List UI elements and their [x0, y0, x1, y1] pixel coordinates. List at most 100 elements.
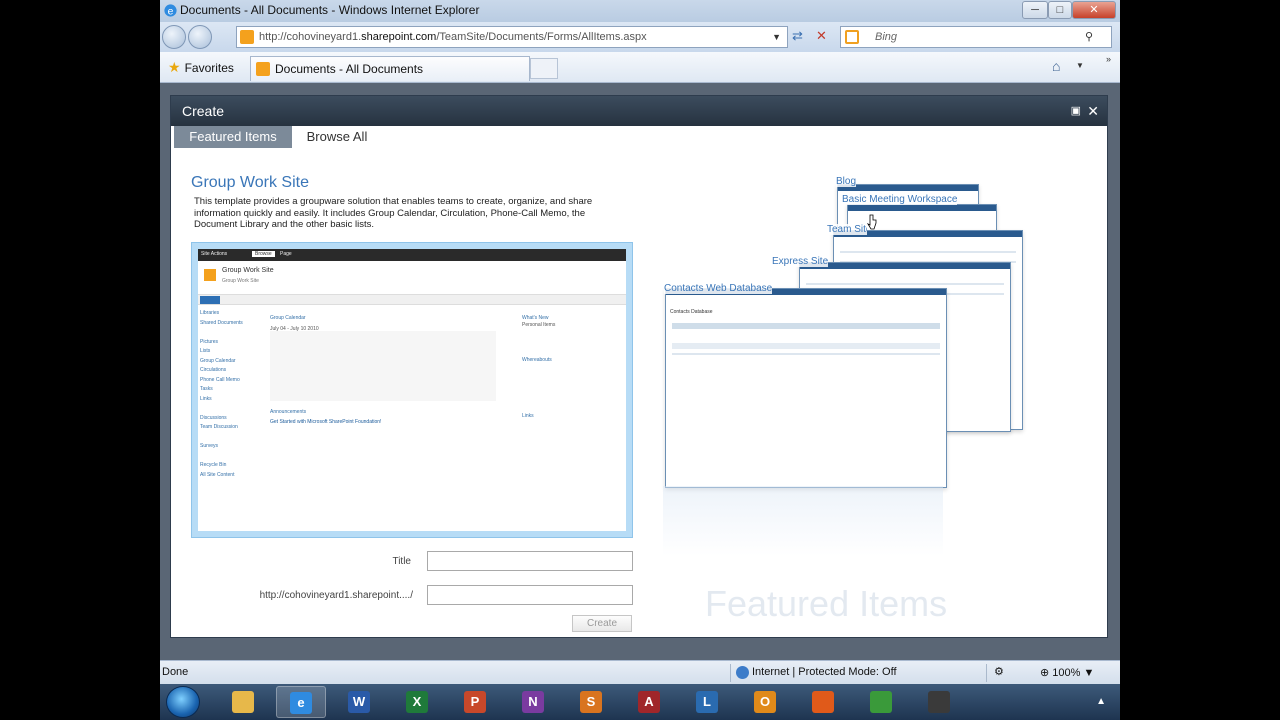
close-icon[interactable]: ✕ — [1087, 96, 1099, 126]
stop-icon[interactable]: ✕ — [816, 28, 827, 44]
preview-nav-item: Team Discussion — [200, 424, 238, 430]
chevron-down-icon[interactable]: ▼ — [1076, 61, 1084, 70]
taskbar-app[interactable]: S — [566, 686, 616, 718]
taskbar-app[interactable] — [914, 686, 964, 718]
create-button[interactable]: Create — [572, 615, 632, 632]
word-icon: W — [348, 691, 370, 713]
taskbar-app[interactable] — [218, 686, 268, 718]
carousel-reflection — [663, 486, 943, 556]
preview-ribbon: Site Actions Browse Page — [198, 249, 626, 261]
maximize-icon[interactable]: ▣ — [1071, 96, 1081, 126]
preview-nav-item: All Site Content — [200, 471, 235, 478]
tab-featured-items[interactable]: Featured Items — [174, 126, 292, 148]
preview-nav-item: Lists — [200, 348, 211, 354]
firefox-icon — [812, 691, 834, 713]
tab-title: Documents - All Documents — [275, 62, 424, 76]
maximize-button[interactable]: □ — [1048, 1, 1072, 19]
page-content: Create ▣ ✕ Featured Items Browse All Gro… — [160, 83, 1120, 660]
window-title-bar: e Documents - All Documents - Windows In… — [160, 0, 1120, 22]
template-title: Group Work Site — [191, 174, 309, 191]
carousel-label-meeting[interactable]: Basic Meeting Workspace — [842, 194, 958, 205]
preview-nav-item: Pictures — [200, 338, 219, 345]
browser-tab[interactable]: Documents - All Documents — [250, 56, 530, 81]
zoom-level[interactable]: ⊕ 100% ▼ — [1040, 666, 1094, 679]
taskbar: e W X P N S A L O ▲ — [160, 684, 1120, 720]
preview-nav-item: Links — [200, 395, 212, 402]
security-zone[interactable]: Internet | Protected Mode: Off — [736, 666, 897, 679]
refresh-icon[interactable]: ⇄ — [792, 28, 803, 44]
preview-home-tab — [200, 296, 220, 304]
taskbar-app[interactable]: O — [740, 686, 790, 718]
taskbar-app[interactable]: P — [450, 686, 500, 718]
taskbar-app[interactable] — [798, 686, 848, 718]
globe-icon — [736, 666, 749, 679]
preview-nav-item: Libraries — [200, 310, 220, 316]
chevron-right-icon[interactable]: » — [1106, 54, 1111, 64]
taskbar-app[interactable]: X — [392, 686, 442, 718]
preview-nav-item: Shared Documents — [200, 319, 243, 326]
carousel-label-express[interactable]: Express Site — [772, 256, 829, 267]
taskbar-app[interactable]: L — [682, 686, 732, 718]
url-path: /TeamSite/Documents/Forms/AllItems.aspx — [436, 31, 647, 43]
site-logo-icon — [204, 269, 216, 281]
preview-announcement-item: Get Started with Microsoft SharePoint Fo… — [270, 419, 382, 425]
preview-nav-item — [200, 328, 260, 338]
search-icon[interactable]: ⚲ — [1085, 27, 1093, 47]
url-input[interactable] — [427, 585, 633, 605]
search-input[interactable]: Bing ⚲ — [840, 26, 1112, 48]
taskbar-app[interactable]: W — [334, 686, 384, 718]
bing-icon — [845, 30, 859, 44]
tray-expand-icon[interactable]: ▲ — [1096, 696, 1106, 707]
access-icon: A — [638, 691, 660, 713]
outlook-icon: O — [754, 691, 776, 713]
preview-nav-item: Recycle Bin — [200, 462, 227, 468]
mouse-cursor-icon — [867, 214, 877, 230]
sharepoint-favicon-icon — [256, 62, 270, 76]
window-title: Documents - All Documents - Windows Inte… — [180, 3, 480, 17]
close-window-button[interactable]: ✕ — [1072, 1, 1116, 19]
carousel-label-blog[interactable]: Blog — [836, 176, 857, 187]
powerpoint-icon: P — [464, 691, 486, 713]
title-input[interactable] — [427, 551, 633, 571]
new-tab-button[interactable] — [530, 58, 558, 79]
back-button[interactable] — [162, 25, 186, 49]
preview-nav-item: Discussions — [200, 414, 227, 421]
taskbar-app[interactable] — [856, 686, 906, 718]
contacts-db-heading: Contacts Database — [670, 309, 713, 315]
taskbar-app[interactable]: A — [624, 686, 674, 718]
preview-nav-item: Tasks — [200, 386, 213, 392]
preview-nav-item: Surveys — [200, 443, 219, 449]
forward-button[interactable] — [188, 25, 212, 49]
internet-explorer-icon: e — [164, 4, 177, 17]
carousel-label-team-site[interactable]: Team Site — [827, 224, 867, 235]
tool-icon — [928, 691, 950, 713]
favorites-button[interactable]: ★ Favorites — [168, 59, 234, 76]
preview-nav-item — [200, 433, 260, 443]
preview-calendar-grid — [270, 331, 496, 401]
start-button[interactable] — [166, 686, 200, 718]
preview-ribbon-tab: Site Actions — [201, 251, 228, 257]
preview-links: Links — [522, 413, 534, 419]
svg-text:e: e — [168, 6, 174, 17]
favorites-bar: ★ Favorites Documents - All Documents ⌂ ▼… — [160, 52, 1120, 83]
preview-top-nav — [198, 295, 626, 305]
taskbar-app[interactable]: e — [276, 686, 326, 718]
url-field[interactable]: http://cohovineyard1.sharepoint.com/Team… — [236, 26, 788, 48]
desktop: e Documents - All Documents - Windows In… — [160, 0, 1120, 720]
template-preview: Site Actions Browse Page Group Work Site… — [191, 242, 633, 538]
tab-browse-all[interactable]: Browse All — [294, 126, 380, 148]
taskbar-app[interactable]: N — [508, 686, 558, 718]
preview-nav-item — [200, 452, 260, 462]
protected-mode-icon[interactable]: ⚙ — [994, 665, 1004, 678]
lync-icon: L — [696, 691, 718, 713]
template-card-contacts-db[interactable]: Contacts Database — [665, 288, 947, 488]
home-icon[interactable]: ⌂ — [1052, 58, 1060, 74]
minimize-button[interactable]: ─ — [1022, 1, 1048, 19]
preview-nav-item: Phone Call Memo — [200, 376, 240, 383]
dialog-tabs: Featured Items Browse All — [171, 126, 1107, 148]
preview-ribbon-tab: Page — [280, 251, 292, 257]
sharepoint-favicon-icon — [240, 30, 254, 44]
chevron-down-icon[interactable]: ▼ — [772, 27, 781, 47]
zone-label: Internet | Protected Mode: Off — [752, 666, 897, 678]
carousel-label-contacts[interactable]: Contacts Web Database — [664, 283, 773, 294]
